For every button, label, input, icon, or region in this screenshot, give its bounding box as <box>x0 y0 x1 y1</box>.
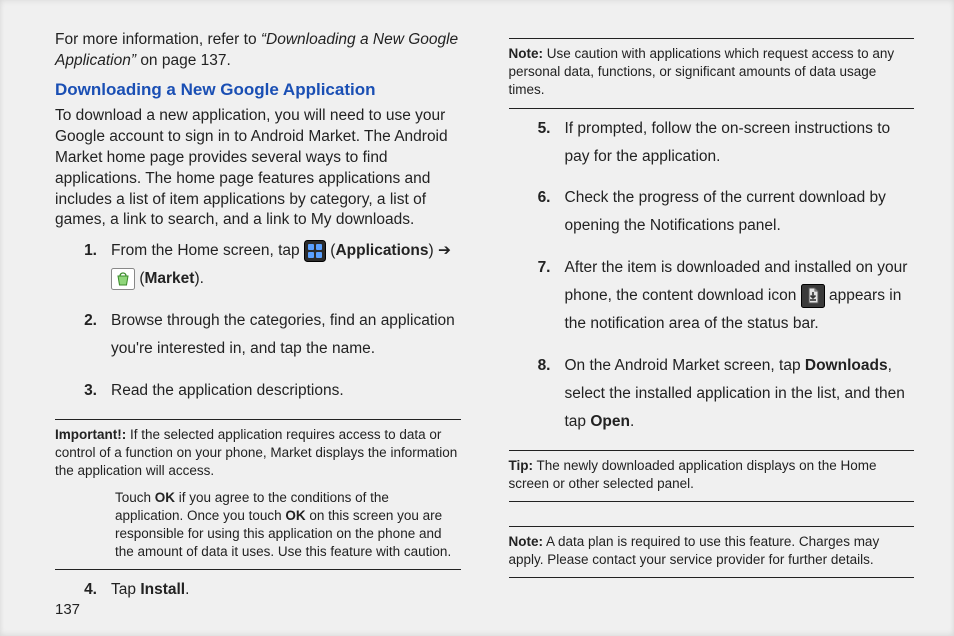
ok-label: OK <box>285 508 305 523</box>
steps-list-left: 1. From the Home screen, tap (Applicatio… <box>55 237 461 405</box>
ok-label: OK <box>155 490 175 505</box>
lead-paragraph: To download a new application, you will … <box>55 106 461 232</box>
crossref-suffix: on page 137. <box>140 52 231 69</box>
step-number: 7. <box>529 254 551 338</box>
text: From the Home screen, tap <box>111 242 304 259</box>
step-5: 5. If prompted, follow the on-screen ins… <box>509 115 915 171</box>
note-lead: Note: <box>509 534 544 549</box>
applications-icon <box>304 237 326 265</box>
divider <box>509 501 915 502</box>
step-body: Check the progress of the current downlo… <box>565 184 915 240</box>
step-number: 3. <box>75 377 97 405</box>
page: For more information, refer to “Download… <box>0 0 954 636</box>
download-icon <box>801 282 825 310</box>
install-label: Install <box>140 581 185 598</box>
divider <box>509 526 915 527</box>
left-column: For more information, refer to “Download… <box>55 30 461 616</box>
divider <box>55 419 461 420</box>
text: On the Android Market screen, tap <box>565 357 805 374</box>
step-number: 1. <box>75 237 97 293</box>
step-body: Browse through the categories, find an a… <box>111 307 461 363</box>
market-icon <box>111 265 135 293</box>
note-dataplan: Note: A data plan is required to use thi… <box>509 533 915 569</box>
divider <box>509 38 915 39</box>
applications-label: Applications <box>335 242 428 259</box>
step-number: 8. <box>529 352 551 436</box>
step-1: 1. From the Home screen, tap (Applicatio… <box>55 237 461 293</box>
right-column: Note: Use caution with applications whic… <box>509 30 915 616</box>
tip-note: Tip: The newly downloaded application di… <box>509 457 915 493</box>
arrow: ➔ <box>438 242 451 259</box>
note-caution: Note: Use caution with applications whic… <box>509 45 915 100</box>
step-8: 8. On the Android Market screen, tap Dow… <box>509 352 915 436</box>
downloads-label: Downloads <box>805 357 888 374</box>
crossref-prefix: For more information, refer to <box>55 31 261 48</box>
open-label: Open <box>590 413 630 430</box>
spacer <box>509 508 915 518</box>
note-lead: Tip: <box>509 458 534 473</box>
step-4: 4. Tap Install. <box>55 576 461 604</box>
note-lead: Note: <box>509 46 544 61</box>
note-text: A data plan is required to use this feat… <box>509 534 880 567</box>
text: Tap <box>111 581 140 598</box>
note-text: Touch <box>115 490 155 505</box>
text: . <box>185 581 189 598</box>
step-2: 2. Browse through the categories, find a… <box>55 307 461 363</box>
divider <box>509 450 915 451</box>
steps-list-right: 5. If prompted, follow the on-screen ins… <box>509 115 915 436</box>
step-7: 7. After the item is downloaded and inst… <box>509 254 915 338</box>
step-number: 2. <box>75 307 97 363</box>
step-3: 3. Read the application descriptions. <box>55 377 461 405</box>
step-number: 5. <box>529 115 551 171</box>
step-body: After the item is downloaded and install… <box>565 254 915 338</box>
step-body: On the Android Market screen, tap Downlo… <box>565 352 915 436</box>
important-note: Important!: If the selected application … <box>55 426 461 562</box>
divider <box>509 577 915 578</box>
market-label: Market <box>144 270 194 287</box>
note-lead: Important!: <box>55 427 126 442</box>
text: . <box>630 413 634 430</box>
divider <box>55 569 461 570</box>
step-6: 6. Check the progress of the current dow… <box>509 184 915 240</box>
step-number: 6. <box>529 184 551 240</box>
section-heading: Downloading a New Google Application <box>55 80 461 100</box>
note-text: Use caution with applications which requ… <box>509 46 895 97</box>
divider <box>509 108 915 109</box>
note-text: The newly downloaded application display… <box>509 458 877 491</box>
step-body: If prompted, follow the on-screen instru… <box>565 115 915 171</box>
text: ) <box>428 242 433 259</box>
crossref-paragraph: For more information, refer to “Download… <box>55 30 461 72</box>
step-body: Read the application descriptions. <box>111 377 461 405</box>
page-number: 137 <box>55 601 80 618</box>
steps-list-left-cont: 4. Tap Install. <box>55 576 461 604</box>
text: ). <box>194 270 203 287</box>
step-body: Tap Install. <box>111 576 461 604</box>
step-body: From the Home screen, tap (Applications)… <box>111 237 461 293</box>
